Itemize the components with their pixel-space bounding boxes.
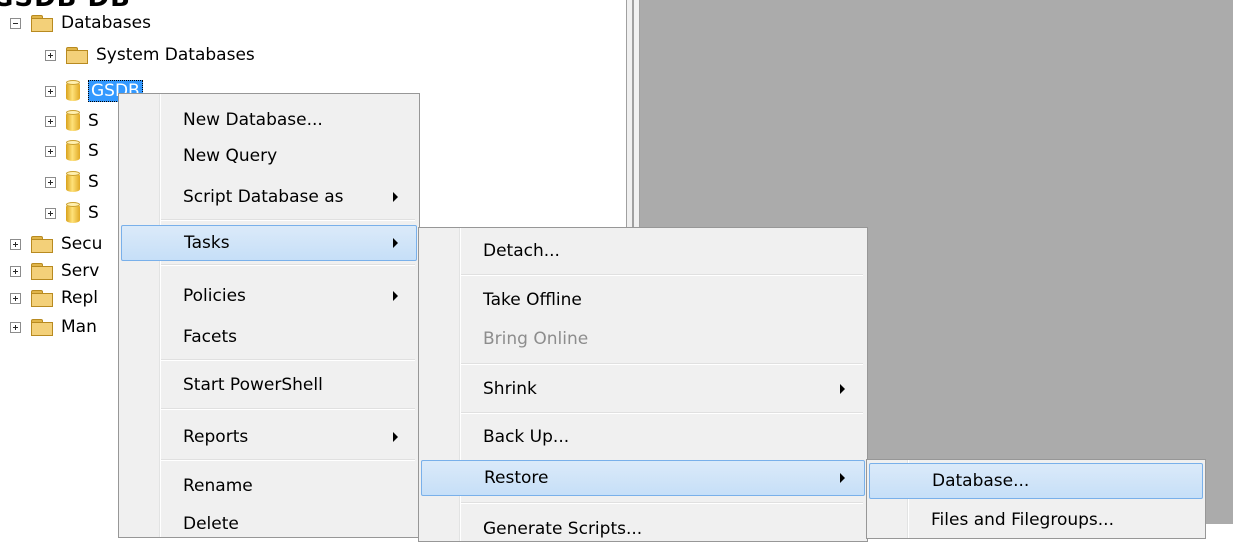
tree-node-system-databases[interactable]: System Databases	[45, 40, 255, 70]
menu-item-facets[interactable]: Facets	[121, 319, 417, 355]
menu-item-label: Reports	[183, 427, 249, 447]
tree-label-database: S	[88, 203, 99, 223]
tree-label-management: Man	[61, 317, 97, 337]
submenu-arrow-icon	[393, 192, 398, 202]
database-icon	[66, 171, 80, 193]
menu-item-label: New Database...	[183, 110, 323, 130]
expand-icon[interactable]	[10, 265, 21, 277]
expand-icon[interactable]	[45, 145, 56, 157]
tree-node-security[interactable]: Secu	[10, 229, 102, 259]
tree-node-databases[interactable]: Databases	[10, 8, 151, 38]
menu-separator	[461, 412, 863, 414]
menu-item-generate-scripts[interactable]: Generate Scripts...	[421, 511, 865, 541]
tree-node-database[interactable]: S	[45, 136, 99, 166]
database-icon	[66, 202, 80, 224]
menu-item-rename[interactable]: Rename	[121, 468, 417, 504]
menu-item-delete[interactable]: Delete	[121, 506, 417, 537]
menu-item-new-database[interactable]: New Database...	[121, 102, 417, 138]
menu-item-label: Policies	[183, 286, 246, 306]
tasks-submenu: Detach... Take Offline Bring Online Shri…	[418, 227, 868, 542]
folder-icon	[31, 15, 53, 32]
menu-item-label: Rename	[183, 476, 253, 496]
tree-label-replication: Repl	[61, 288, 99, 308]
menu-item-new-query[interactable]: New Query	[121, 138, 417, 174]
menu-item-start-powershell[interactable]: Start PowerShell	[121, 367, 417, 403]
menu-separator	[161, 264, 415, 266]
menu-item-label: Take Offline	[483, 290, 582, 310]
database-context-menu: New Database... New Query Script Databas…	[118, 93, 420, 538]
folder-icon	[31, 236, 53, 253]
database-icon	[66, 80, 80, 102]
tree-node-database[interactable]: S	[45, 167, 99, 197]
menu-item-label: Bring Online	[483, 329, 589, 349]
tree-label-security: Secu	[61, 234, 103, 254]
menu-item-label: New Query	[183, 146, 278, 166]
folder-icon	[31, 263, 53, 280]
menu-separator	[461, 502, 863, 504]
menu-separator	[161, 459, 415, 461]
submenu-arrow-icon	[393, 238, 398, 248]
tree-node-database[interactable]: S	[45, 106, 99, 136]
expand-icon[interactable]	[10, 321, 21, 333]
menu-item-script-database-as[interactable]: Script Database as	[121, 179, 417, 215]
menu-item-label: Tasks	[184, 233, 230, 253]
tree-label-databases: Databases	[61, 13, 151, 33]
expand-icon[interactable]	[45, 176, 56, 188]
collapse-icon[interactable]	[10, 17, 21, 29]
folder-icon	[66, 47, 88, 64]
tree-node-server-objects[interactable]: Serv	[10, 256, 99, 286]
menu-item-label: Back Up...	[483, 427, 570, 447]
menu-item-take-offline[interactable]: Take Offline	[421, 282, 865, 318]
submenu-arrow-icon	[393, 291, 398, 301]
menu-item-label: Files and Filegroups...	[931, 510, 1114, 530]
tree-node-management[interactable]: Man	[10, 312, 97, 342]
menu-item-label: Database...	[932, 471, 1030, 491]
submenu-arrow-icon	[840, 473, 845, 483]
menu-item-label: Shrink	[483, 379, 537, 399]
menu-item-files-and-filegroups[interactable]: Files and Filegroups...	[869, 502, 1203, 538]
menu-item-bring-online: Bring Online	[421, 321, 865, 357]
tree-label-database: S	[88, 141, 99, 161]
database-icon	[66, 110, 80, 132]
tree-node-database[interactable]: S	[45, 198, 99, 228]
menu-item-label: Start PowerShell	[183, 375, 323, 395]
menu-item-restore[interactable]: Restore	[421, 460, 865, 496]
menu-item-label: Restore	[484, 468, 549, 488]
menu-item-reports[interactable]: Reports	[121, 419, 417, 455]
menu-item-tasks[interactable]: Tasks	[121, 225, 417, 261]
expand-icon[interactable]	[45, 115, 56, 127]
database-icon	[66, 140, 80, 162]
menu-separator	[161, 408, 415, 410]
menu-item-label: Generate Scripts...	[483, 519, 643, 539]
expand-icon[interactable]	[45, 85, 56, 97]
tree-label-server-objects: Serv	[61, 261, 100, 281]
restore-submenu: Database... Files and Filegroups...	[866, 459, 1206, 539]
tree-label-system-databases: System Databases	[96, 45, 255, 65]
menu-separator	[461, 274, 863, 276]
menu-separator	[461, 363, 863, 365]
menu-item-label: Delete	[183, 514, 239, 534]
menu-item-policies[interactable]: Policies	[121, 278, 417, 314]
expand-icon[interactable]	[10, 238, 21, 250]
menu-item-label: Facets	[183, 327, 237, 347]
tree-label-database: S	[88, 172, 99, 192]
submenu-arrow-icon	[393, 432, 398, 442]
expand-icon[interactable]	[45, 49, 56, 61]
menu-separator	[161, 219, 415, 221]
menu-item-restore-database[interactable]: Database...	[869, 463, 1203, 499]
submenu-arrow-icon	[840, 384, 845, 394]
menu-item-shrink[interactable]: Shrink	[421, 371, 865, 407]
expand-icon[interactable]	[10, 292, 21, 304]
folder-icon	[31, 290, 53, 307]
folder-icon	[31, 319, 53, 336]
menu-item-detach[interactable]: Detach...	[421, 233, 865, 269]
menu-item-back-up[interactable]: Back Up...	[421, 419, 865, 455]
tree-node-replication[interactable]: Repl	[10, 283, 98, 313]
menu-item-label: Script Database as	[183, 187, 344, 207]
expand-icon[interactable]	[45, 207, 56, 219]
menu-separator	[161, 359, 415, 361]
tree-label-database: S	[88, 111, 99, 131]
menu-item-label: Detach...	[483, 241, 560, 261]
